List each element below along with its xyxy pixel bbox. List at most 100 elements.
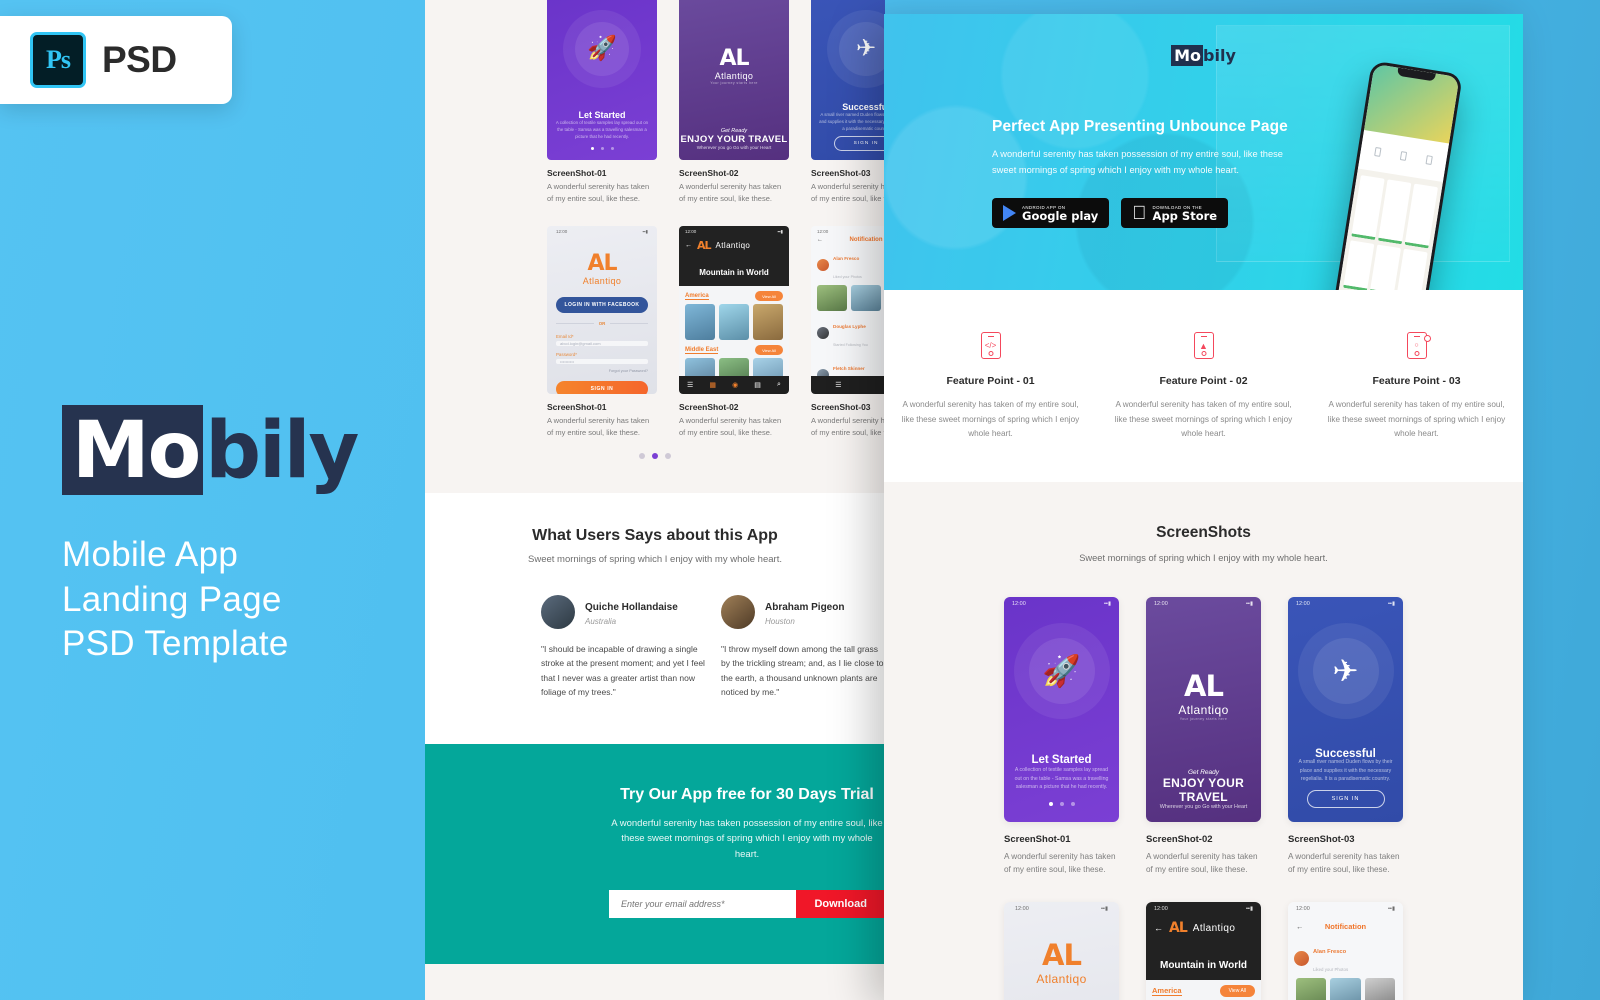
carousel-dot-active[interactable] [652, 452, 658, 459]
status-time: 12:00 [1154, 600, 1168, 607]
bg-screenshot-card[interactable]: 12:00 ▪▪▮ AL Atlantiqo LOGIN IN WITH FACE… [547, 226, 657, 438]
avatar [721, 594, 755, 629]
screen-eyebrow: Get Ready [1187, 768, 1220, 776]
back-arrow-icon[interactable]: ← [685, 242, 692, 249]
status-bar: 12:00▪▪▮ [679, 0, 789, 3]
thumbnail[interactable] [719, 304, 749, 341]
view-all-button[interactable]: View All [755, 291, 783, 302]
status-icons: ▪▪▮ [1246, 906, 1253, 913]
bg-screenshot-card[interactable]: 12:00▪▪▮ AL Atlantiqo Your journey start… [679, 0, 789, 204]
email-field[interactable]: abcd.login@gmail.com [556, 341, 648, 347]
screenshot-caption: ScreenShot-03 [1288, 833, 1355, 845]
cover-subtitle: Mobile App Landing Page PSD Template [62, 533, 442, 665]
back-arrow-icon[interactable]: ← [817, 237, 823, 243]
phone-code-icon: </> [980, 332, 1001, 359]
carousel-dots[interactable] [425, 439, 885, 459]
thumbnail[interactable] [753, 304, 783, 341]
notification-sub: Liked your Photos [1313, 967, 1349, 973]
category-row: Middle East View All [679, 340, 789, 358]
bg-screenshot-row-1: 12:00▪▪▮ 🚀 Let Started A collection of t… [425, 0, 885, 204]
password-field[interactable]: •••••••••• [556, 359, 648, 365]
facebook-login-button[interactable]: LOGIN IN WITH FACEBOOK [556, 297, 648, 314]
download-button[interactable]: Download [796, 890, 885, 919]
hero-logo[interactable]: Mo bily [884, 45, 1523, 66]
explore-header: 12:00 ▪▪▮ ← AL Atlantiqo Mountain in Worl… [679, 226, 789, 287]
carousel-dot[interactable] [665, 452, 671, 459]
notification-name: Alan Fresco [833, 256, 860, 262]
status-icons: ▪▪▮ [645, 0, 651, 1]
bg-screenshot-card[interactable]: 12:00▪▪▮ 🚀 Let Started A collection of t… [547, 0, 657, 204]
thumbnail[interactable] [851, 285, 881, 312]
feature-title: Feature Point - 03 [1372, 375, 1461, 387]
screenshot-caption: ScreenShot-03 [811, 402, 871, 413]
feature-text: A wonderful serenity has taken of my ent… [1327, 400, 1506, 439]
thumbnail[interactable] [1296, 978, 1327, 1000]
phone-mockup: 12:00 ▪▪▮ 🚀 Let Started A collection of t… [1004, 596, 1119, 822]
atlantiqo-mark: AL [1169, 920, 1188, 937]
camera-icon[interactable]: ◉ [732, 381, 738, 389]
avatar [541, 594, 575, 629]
fg-screenshot-card[interactable]: 12:00 ▪▪▮ 🚀 Let Started A collection of t… [1004, 596, 1119, 877]
fg-screenshot-card[interactable]: 12:00▪▪▮ AL Atlantiqo LOGIN IN WITH FACE… [1004, 902, 1119, 1000]
notification-header: ← Notification [1288, 916, 1403, 936]
notification-item[interactable]: Douglas Lyphe Started Following You [811, 311, 885, 353]
view-all-button[interactable]: View All [1219, 985, 1255, 998]
notification-item[interactable]: Alan Fresco Liked your Photos [1288, 936, 1403, 978]
apps-icon[interactable]: ▤ [754, 381, 761, 389]
screenshot-text: A wonderful serenity has taken of my ent… [811, 182, 885, 203]
atlantiqo-tagline: Your journey starts here [1179, 716, 1228, 721]
signin-button[interactable]: SIGN IN [556, 381, 648, 395]
explore-header: 12:00 ▪▪▮ ← AL Atlantiqo Mountain in Worl… [1146, 902, 1261, 981]
phone-mockup: 12:00 ▪▪▮ AL Atlantiqo LOGIN IN WITH FACE… [547, 226, 657, 395]
bottom-tab-bar[interactable]: ☰ ▦ ◉ ▤ ⌕ [679, 376, 789, 395]
fg-screenshot-card[interactable]: 12:00 ▪▪▮ ← Notification Alan Fresco Like… [1288, 902, 1403, 1000]
fg-screenshot-card[interactable]: 12:00 ▪▪▮ AL Atlantiqo Your journey start… [1146, 596, 1261, 877]
menu-icon[interactable]: ☰ [835, 381, 841, 389]
back-arrow-icon[interactable]: ← [1296, 922, 1304, 931]
notification-item[interactable]: Alan Fresco Liked your Photos [811, 243, 885, 285]
notification-title: Notification [849, 237, 883, 244]
search-icon[interactable]: ⌕ [777, 381, 781, 389]
signin-button[interactable]: SIGN IN [1306, 789, 1385, 808]
app-store-button[interactable]:  Download on the App Store [1121, 198, 1229, 229]
google-play-button[interactable]: Android app on Google play [992, 198, 1110, 229]
psd-badge-label: PSD [102, 39, 177, 80]
thumbnail[interactable] [817, 285, 847, 312]
thumbnail[interactable] [1364, 978, 1395, 1000]
email-label: Email Id* [556, 334, 574, 340]
thumbnail[interactable] [1330, 978, 1361, 1000]
fg-screenshot-card[interactable]: 12:00 ▪▪▮ ✈ Successful A small river name… [1288, 596, 1403, 877]
feature-text: A wonderful serenity has taken of my ent… [901, 400, 1080, 439]
status-bar: 12:00▪▪▮ [547, 0, 657, 3]
view-all-button[interactable]: View All [755, 345, 783, 356]
explore-title: Mountain in World [1159, 960, 1248, 972]
status-time: 12:00 [1012, 600, 1026, 607]
menu-icon[interactable]: ☰ [687, 381, 693, 389]
atlantiqo-name: Atlantiqo [1036, 972, 1087, 987]
feature-text: A wonderful serenity has taken of my ent… [1114, 400, 1293, 439]
fg-screenshot-card[interactable]: 12:00 ▪▪▮ ← AL Atlantiqo Mountain in Worl… [1146, 902, 1261, 1000]
atlantiqo-mark: AL [697, 239, 711, 253]
status-bar: 12:00▪▪▮ [1288, 597, 1403, 611]
bottom-tab-bar[interactable]: ☰ ▦ [811, 376, 885, 395]
atlantiqo-name: Atlantiqo [1192, 922, 1236, 934]
onboarding-dots[interactable] [1004, 801, 1119, 806]
signin-button[interactable]: SIGN IN [834, 136, 885, 151]
bg-screenshot-card[interactable]: 12:00▪▪▮ ← Notification Alan Fresco Like… [811, 226, 885, 438]
testimonial-header: Abraham Pigeon Houston [721, 594, 885, 629]
notification-name: Alan Fresco [1313, 949, 1347, 956]
onboarding-dots[interactable] [547, 147, 657, 150]
trial-section: Try Our App free for 30 Days Trial A won… [425, 743, 885, 965]
back-arrow-icon[interactable]: ← [1154, 923, 1163, 933]
bg-screenshot-card[interactable]: 12:00▪▪▮ ✈ Successful A small river name… [811, 0, 885, 204]
status-bar: 12:00▪▪▮ [811, 0, 885, 3]
carousel-dot[interactable] [639, 452, 645, 459]
screenshot-caption: ScreenShot-01 [547, 168, 607, 178]
forgot-password-link[interactable]: Forgot your Password? [556, 369, 648, 373]
email-input[interactable] [609, 890, 797, 919]
bg-screenshot-card[interactable]: 12:00 ▪▪▮ ← AL Atlantiqo Mountain in Worl… [679, 226, 789, 438]
category-name: America [1152, 986, 1182, 997]
grid-icon[interactable]: ▦ [709, 381, 716, 389]
thumbnail[interactable] [685, 304, 715, 341]
thumbnail-row [811, 285, 885, 312]
